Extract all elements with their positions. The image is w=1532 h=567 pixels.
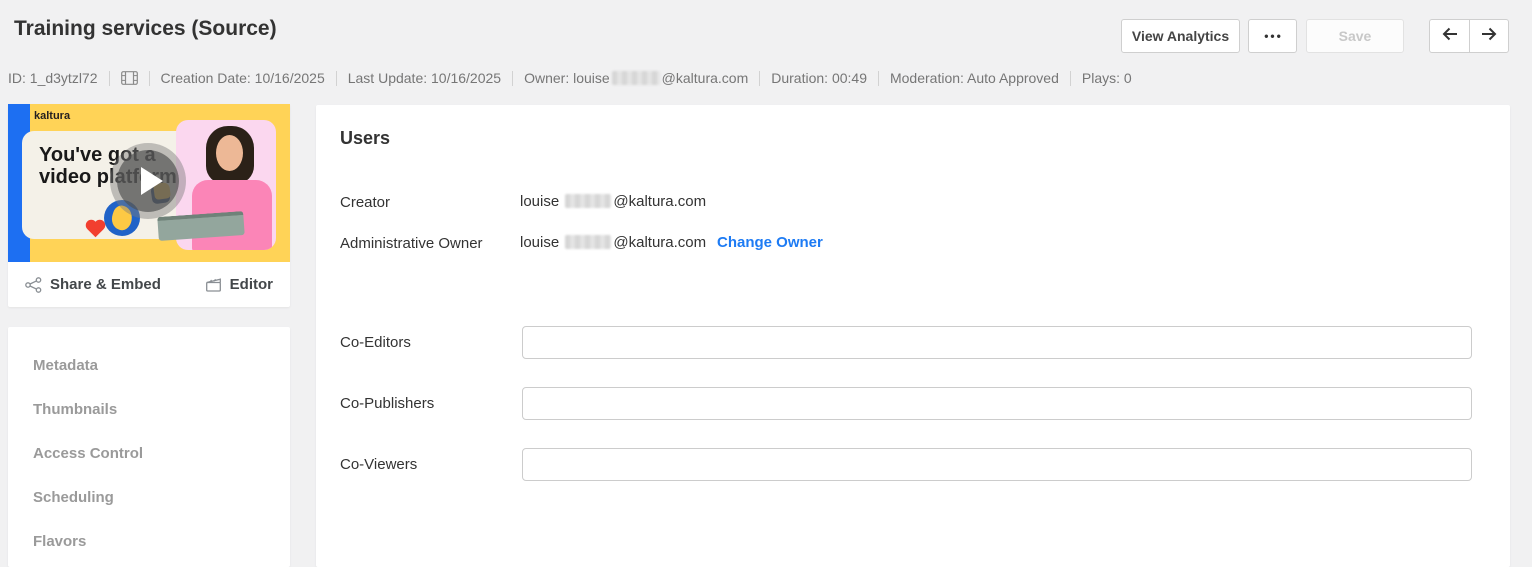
menu-item-label: Metadata xyxy=(33,356,99,374)
share-embed-button[interactable]: Share & Embed xyxy=(25,276,161,293)
redacted-text xyxy=(611,71,660,85)
arrow-left-icon xyxy=(1440,24,1460,49)
share-embed-label: Share & Embed xyxy=(50,276,161,293)
owner: Owner: louise @kaltura.com xyxy=(524,70,748,86)
co-publishers-label: Co-Publishers xyxy=(340,395,435,412)
editor-label: Editor xyxy=(229,276,273,293)
sidebar-item-thumbnails[interactable]: Thumbnails xyxy=(8,387,290,431)
film-strip-icon xyxy=(120,71,138,85)
entry-sections-menu: Metadata Thumbnails Access Control Sched… xyxy=(8,327,290,567)
sidebar-item-metadata[interactable]: Metadata xyxy=(8,343,290,387)
admin-owner-value: louise @kaltura.com xyxy=(520,234,706,251)
co-publishers-input[interactable] xyxy=(522,387,1472,420)
co-viewers-label: Co-Viewers xyxy=(340,456,418,473)
admin-owner-prefix: louise xyxy=(520,234,560,251)
divider xyxy=(148,70,150,86)
view-analytics-button[interactable]: View Analytics xyxy=(1121,19,1240,53)
entry-details-page: Training services (Source) View Analytic… xyxy=(0,0,1532,567)
play-icon[interactable] xyxy=(117,150,179,212)
creator-suffix: @kaltura.com xyxy=(613,193,707,210)
previous-entry-button[interactable] xyxy=(1429,19,1469,53)
co-editors-input[interactable] xyxy=(522,326,1472,359)
menu-item-label: Thumbnails xyxy=(33,400,118,418)
save-button[interactable]: Save xyxy=(1306,19,1404,53)
share-icon xyxy=(25,276,42,293)
sidebar-item-access-control[interactable]: Access Control xyxy=(8,431,290,475)
creator-prefix: louise xyxy=(520,193,560,210)
creator-label: Creator xyxy=(340,194,391,211)
co-editors-label: Co-Editors xyxy=(340,334,411,351)
editor-button[interactable]: Editor xyxy=(205,276,273,293)
kaltura-logo: kaltura xyxy=(34,110,71,122)
preview-card: kaltura You've got a video platform! Sha… xyxy=(8,104,290,307)
divider xyxy=(108,70,110,86)
menu-item-label: Access Control xyxy=(33,444,144,462)
clapperboard-icon xyxy=(205,277,222,293)
entry-id: ID: 1_d3ytzl72 xyxy=(8,70,98,86)
person-face xyxy=(216,135,243,171)
moderation-status: Moderation: Auto Approved xyxy=(889,70,1059,86)
menu-item-label: Scheduling xyxy=(33,488,114,506)
divider xyxy=(877,70,879,86)
section-title: Users xyxy=(340,128,391,148)
redacted-text xyxy=(565,194,612,208)
sidebar-item-scheduling[interactable]: Scheduling xyxy=(8,475,290,519)
owner-prefix: Owner: louise xyxy=(524,70,610,86)
redacted-text xyxy=(565,235,612,249)
divider xyxy=(1069,70,1071,86)
creator-value: louise @kaltura.com xyxy=(520,193,706,210)
preview-actions: Share & Embed Editor xyxy=(8,262,290,307)
users-panel: Users Creator louise @kaltura.com Admini… xyxy=(316,105,1510,567)
admin-owner-suffix: @kaltura.com xyxy=(613,234,707,251)
arrow-right-icon xyxy=(1479,24,1499,49)
video-thumbnail: kaltura You've got a video platform! xyxy=(8,104,290,262)
admin-owner-label: Administrative Owner xyxy=(340,235,483,252)
next-entry-button[interactable] xyxy=(1469,19,1509,53)
divider xyxy=(512,70,514,86)
change-owner-link[interactable]: Change Owner xyxy=(717,234,823,251)
menu-item-label: Flavors xyxy=(33,532,87,550)
last-update: Last Update: 10/16/2025 xyxy=(347,70,502,86)
divider xyxy=(759,70,761,86)
page-title: Training services (Source) xyxy=(14,17,277,40)
owner-suffix: @kaltura.com xyxy=(661,70,749,86)
entry-navigation xyxy=(1429,19,1509,53)
creation-date: Creation Date: 10/16/2025 xyxy=(160,70,325,86)
plays-count: Plays: 0 xyxy=(1081,70,1132,86)
more-actions-button[interactable]: ••• xyxy=(1248,19,1297,53)
duration: Duration: 00:49 xyxy=(771,70,867,86)
entry-meta-bar: ID: 1_d3ytzl72 Creation Date: 10/16/2025… xyxy=(8,70,1132,86)
co-viewers-input[interactable] xyxy=(522,448,1472,481)
sidebar-item-flavors[interactable]: Flavors xyxy=(8,519,290,563)
divider xyxy=(335,70,337,86)
